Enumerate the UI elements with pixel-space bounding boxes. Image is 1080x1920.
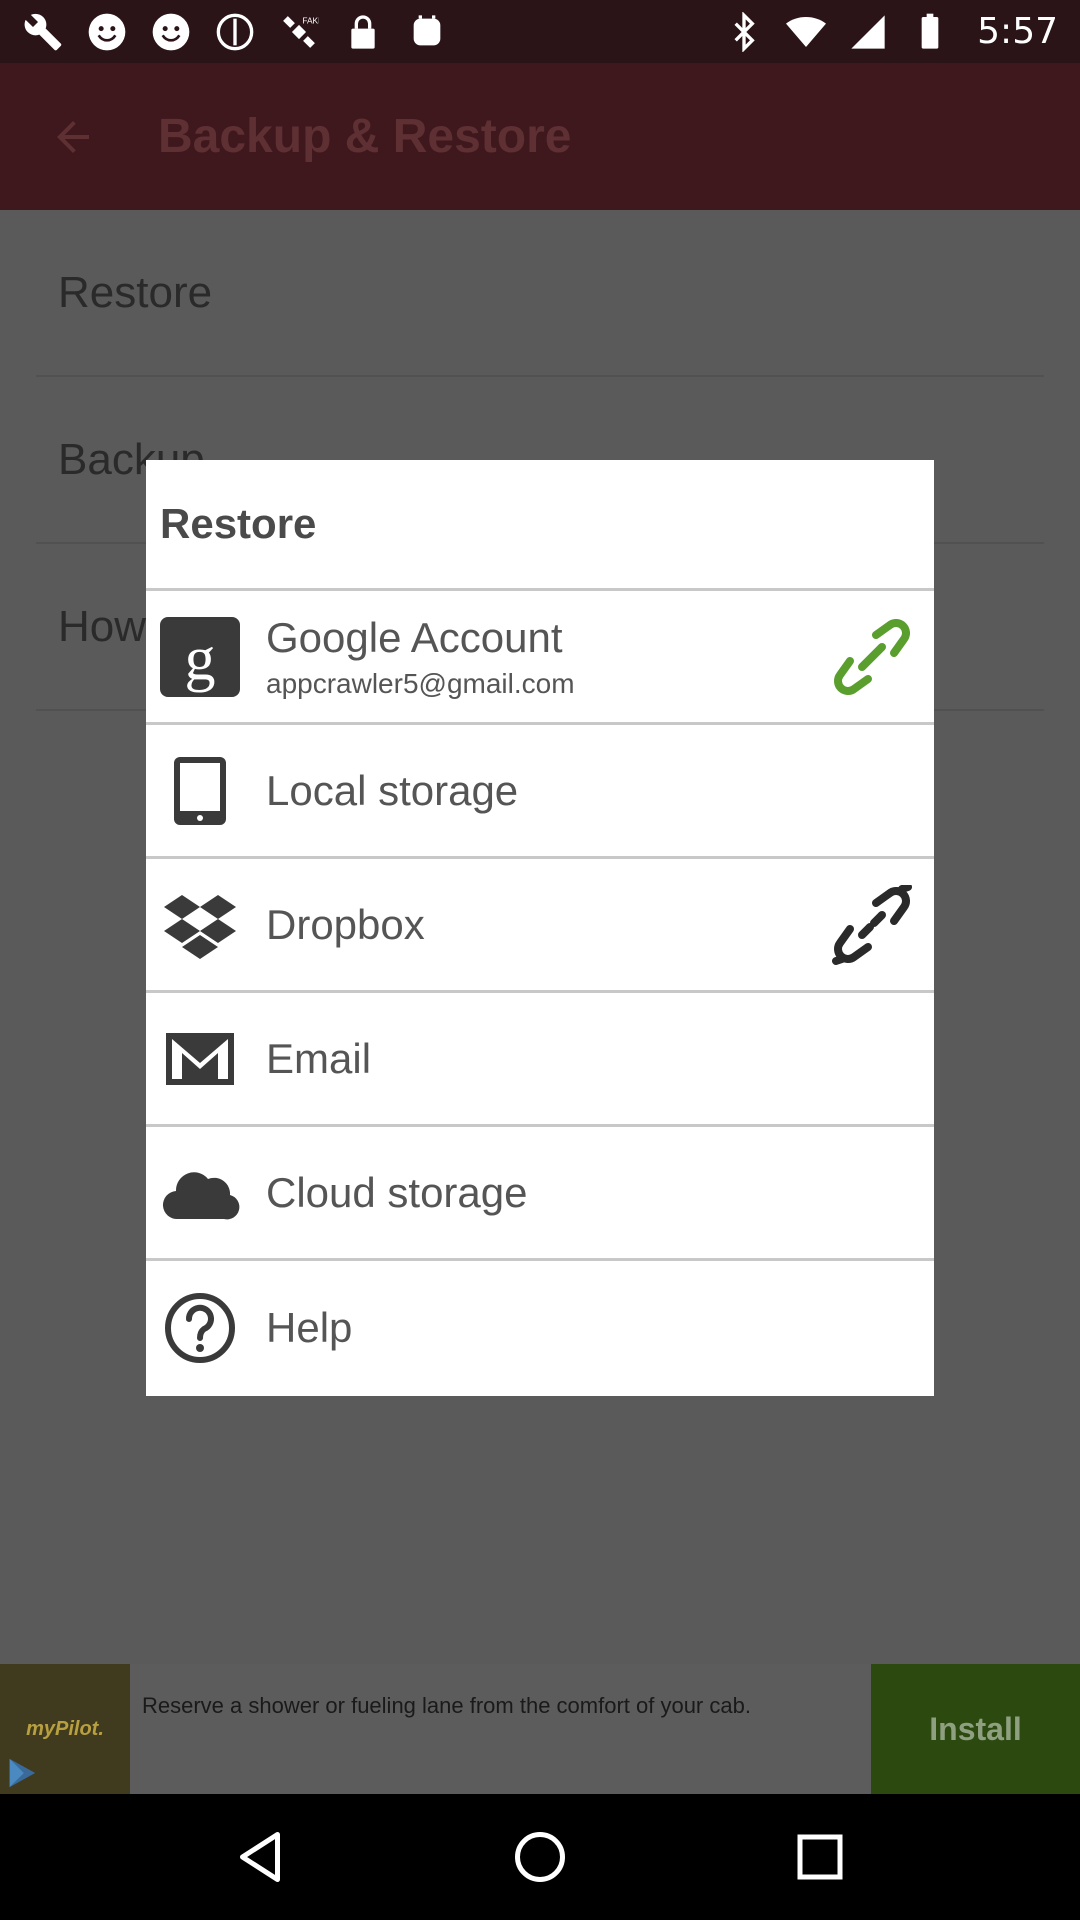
ad-play-icon xyxy=(9,1758,36,1788)
status-bar: FAKE 5:57 xyxy=(0,0,1080,63)
restore-dialog: Restore g Google Account appcrawler5@gma… xyxy=(146,460,934,1396)
lock-icon xyxy=(342,11,384,53)
link-disconnected-icon[interactable] xyxy=(832,882,912,965)
mail-icon xyxy=(160,1019,240,1099)
option-label: Help xyxy=(266,1304,353,1351)
home-button[interactable] xyxy=(495,1812,585,1902)
bluetooth-icon xyxy=(723,11,765,53)
account-email: appcrawler5@gmail.com xyxy=(266,667,575,699)
app-bar: Backup & Restore xyxy=(0,63,1080,210)
cloud-icon xyxy=(160,1153,240,1233)
option-label: Cloud storage xyxy=(266,1168,528,1216)
dialog-title: Restore xyxy=(146,460,934,591)
triangle-back-icon xyxy=(240,1832,280,1882)
help-icon xyxy=(160,1288,240,1368)
navigation-bar xyxy=(0,1794,1080,1920)
back-nav-button[interactable] xyxy=(215,1812,305,1902)
option-label: Dropbox xyxy=(266,900,425,948)
android-icon xyxy=(406,11,448,53)
google-icon: g xyxy=(160,616,240,697)
arrow-back-icon xyxy=(57,120,89,153)
link-connected-icon[interactable] xyxy=(832,617,912,697)
option-label: Google Account xyxy=(266,613,563,661)
list-item-restore[interactable]: Restore xyxy=(36,210,1044,377)
ad-banner[interactable]: myPilot. Reserve a shower or fueling lan… xyxy=(0,1664,1080,1794)
option-help[interactable]: Help xyxy=(146,1261,934,1395)
ad-brand: myPilot. xyxy=(26,1717,104,1740)
smiley-icon xyxy=(86,11,128,53)
fake-gps-icon: FAKE xyxy=(278,11,320,53)
dropbox-icon xyxy=(160,885,240,965)
tablet-icon xyxy=(160,751,240,831)
circle-home-icon xyxy=(515,1832,565,1882)
do-not-disturb-icon xyxy=(214,11,256,53)
square-recents-icon xyxy=(797,1834,843,1880)
wifi-icon xyxy=(785,11,827,53)
option-email[interactable]: Email xyxy=(146,993,934,1127)
ad-text: Reserve a shower or fueling lane from th… xyxy=(142,1693,751,1718)
signal-icon xyxy=(847,11,889,53)
wrench-icon xyxy=(22,11,64,53)
battery-icon xyxy=(909,11,951,53)
svg-text:FAKE: FAKE xyxy=(302,15,319,25)
ad-logo: myPilot. xyxy=(0,1664,130,1794)
option-label: Email xyxy=(266,1034,372,1082)
recents-button[interactable] xyxy=(775,1812,865,1902)
option-cloud-storage[interactable]: Cloud storage xyxy=(146,1127,934,1261)
install-button[interactable]: Install xyxy=(871,1664,1080,1794)
option-google-account[interactable]: g Google Account appcrawler5@gmail.com xyxy=(146,591,934,725)
status-time: 5:57 xyxy=(977,11,1058,52)
option-local-storage[interactable]: Local storage xyxy=(146,725,934,859)
svg-text:g: g xyxy=(185,625,216,693)
page-title: Backup & Restore xyxy=(158,110,572,163)
option-label: Local storage xyxy=(266,766,519,814)
back-button[interactable] xyxy=(18,82,128,192)
smiley-icon xyxy=(150,11,192,53)
option-dropbox[interactable]: Dropbox xyxy=(146,859,934,993)
